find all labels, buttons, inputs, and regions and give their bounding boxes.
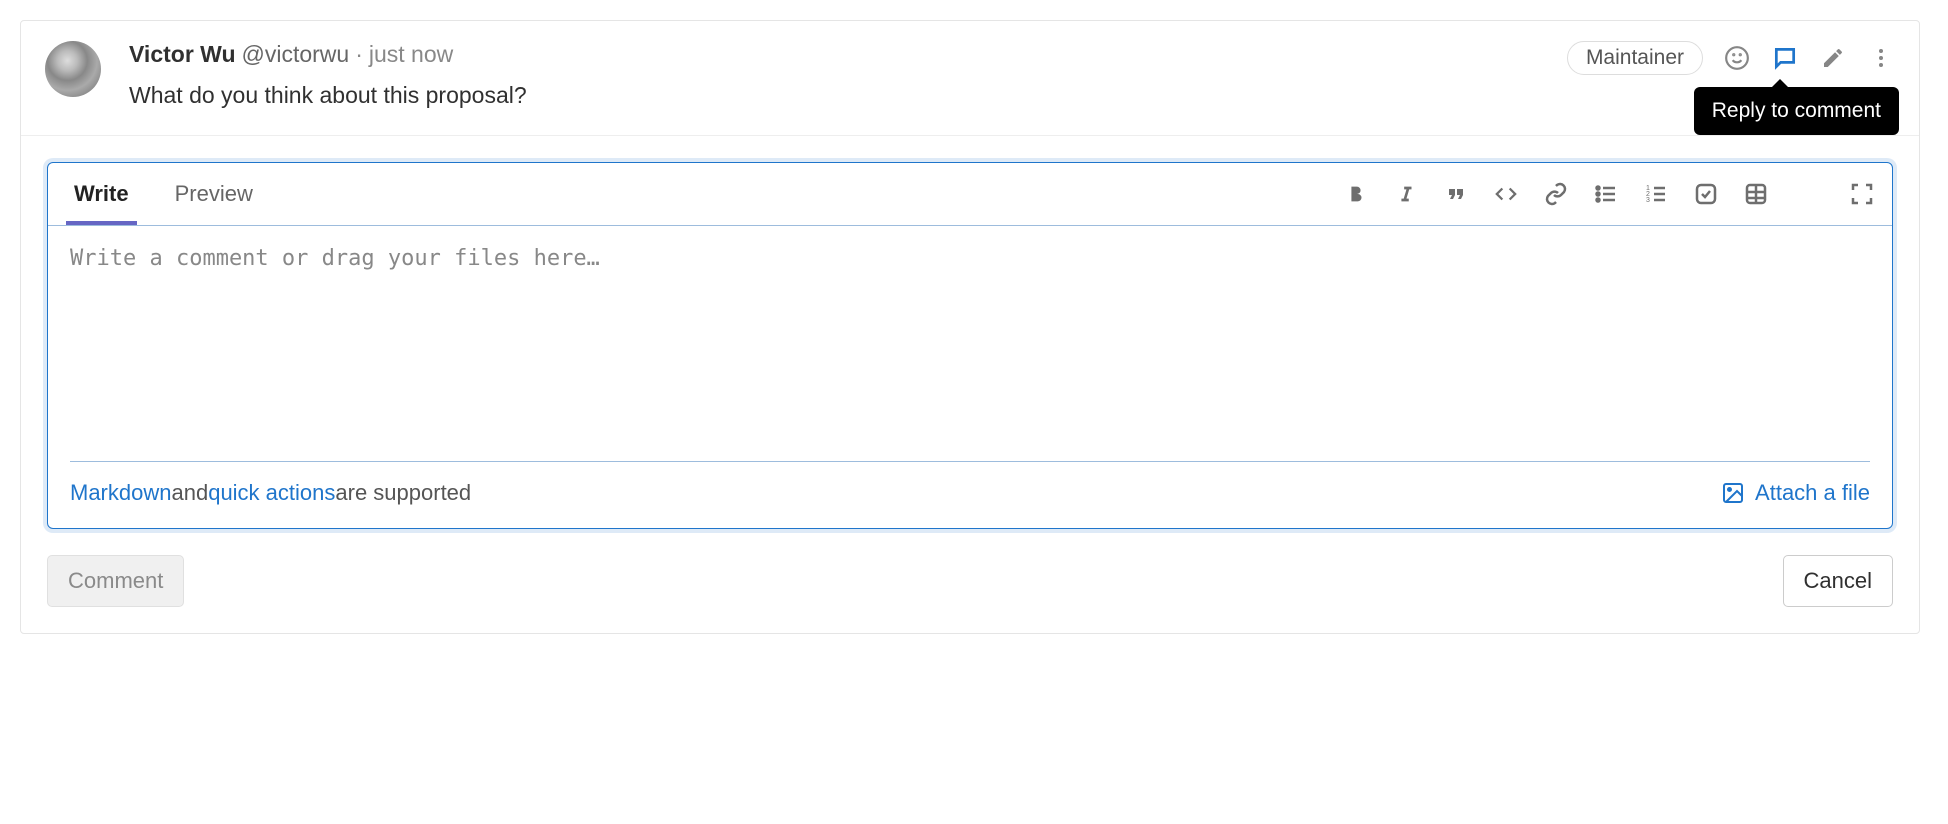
italic-icon[interactable] bbox=[1394, 182, 1418, 206]
editor-actions: Comment Cancel bbox=[21, 555, 1919, 633]
editor-tabs: Write Preview bbox=[48, 163, 1892, 226]
bullet-list-icon[interactable] bbox=[1594, 182, 1618, 206]
markdown-link[interactable]: Markdown bbox=[70, 480, 171, 506]
quote-icon[interactable] bbox=[1444, 182, 1468, 206]
comment-textarea[interactable] bbox=[48, 226, 1892, 456]
editor-footer: Markdown and quick actions are supported… bbox=[70, 461, 1870, 528]
comment-body: What do you think about this proposal? bbox=[129, 82, 1567, 109]
comment-header: Victor Wu @victorwu · just now What do y… bbox=[21, 21, 1919, 136]
reply-tooltip: Reply to comment bbox=[1694, 87, 1899, 135]
edit-icon[interactable] bbox=[1819, 44, 1847, 72]
timestamp: just now bbox=[369, 41, 453, 68]
comment-meta: Victor Wu @victorwu · just now What do y… bbox=[129, 41, 1567, 109]
reply-icon[interactable] bbox=[1771, 44, 1799, 72]
cancel-button[interactable]: Cancel bbox=[1783, 555, 1893, 607]
separator: · bbox=[355, 41, 363, 68]
code-icon[interactable] bbox=[1494, 182, 1518, 206]
footer-text-1: and bbox=[171, 480, 208, 506]
comment-thread-panel: Victor Wu @victorwu · just now What do y… bbox=[20, 20, 1920, 634]
comment-editor: Write Preview bbox=[47, 162, 1893, 529]
author-name[interactable]: Victor Wu bbox=[129, 41, 236, 68]
tab-preview[interactable]: Preview bbox=[167, 163, 261, 225]
role-badge: Maintainer bbox=[1567, 41, 1703, 75]
bold-icon[interactable] bbox=[1344, 182, 1368, 206]
fullscreen-icon[interactable] bbox=[1850, 182, 1874, 206]
numbered-list-icon[interactable]: 123 bbox=[1644, 182, 1668, 206]
comment-button[interactable]: Comment bbox=[47, 555, 184, 607]
quick-actions-link[interactable]: quick actions bbox=[208, 480, 335, 506]
comment-meta-line: Victor Wu @victorwu · just now bbox=[129, 41, 1567, 68]
comment-actions: Maintainer bbox=[1567, 41, 1895, 75]
svg-text:3: 3 bbox=[1646, 197, 1650, 204]
link-icon[interactable] bbox=[1544, 182, 1568, 206]
task-list-icon[interactable] bbox=[1694, 182, 1718, 206]
author-handle[interactable]: @victorwu bbox=[242, 41, 350, 68]
attach-file-label: Attach a file bbox=[1755, 480, 1870, 506]
emoji-icon[interactable] bbox=[1723, 44, 1751, 72]
tab-write[interactable]: Write bbox=[66, 163, 137, 225]
table-icon[interactable] bbox=[1744, 182, 1768, 206]
editor-toolbar: 123 bbox=[1344, 182, 1874, 206]
more-icon[interactable] bbox=[1867, 44, 1895, 72]
attach-file-button[interactable]: Attach a file bbox=[1721, 480, 1870, 506]
avatar[interactable] bbox=[45, 41, 101, 97]
footer-text-2: are supported bbox=[335, 480, 471, 506]
editor-wrap: Write Preview bbox=[21, 136, 1919, 555]
